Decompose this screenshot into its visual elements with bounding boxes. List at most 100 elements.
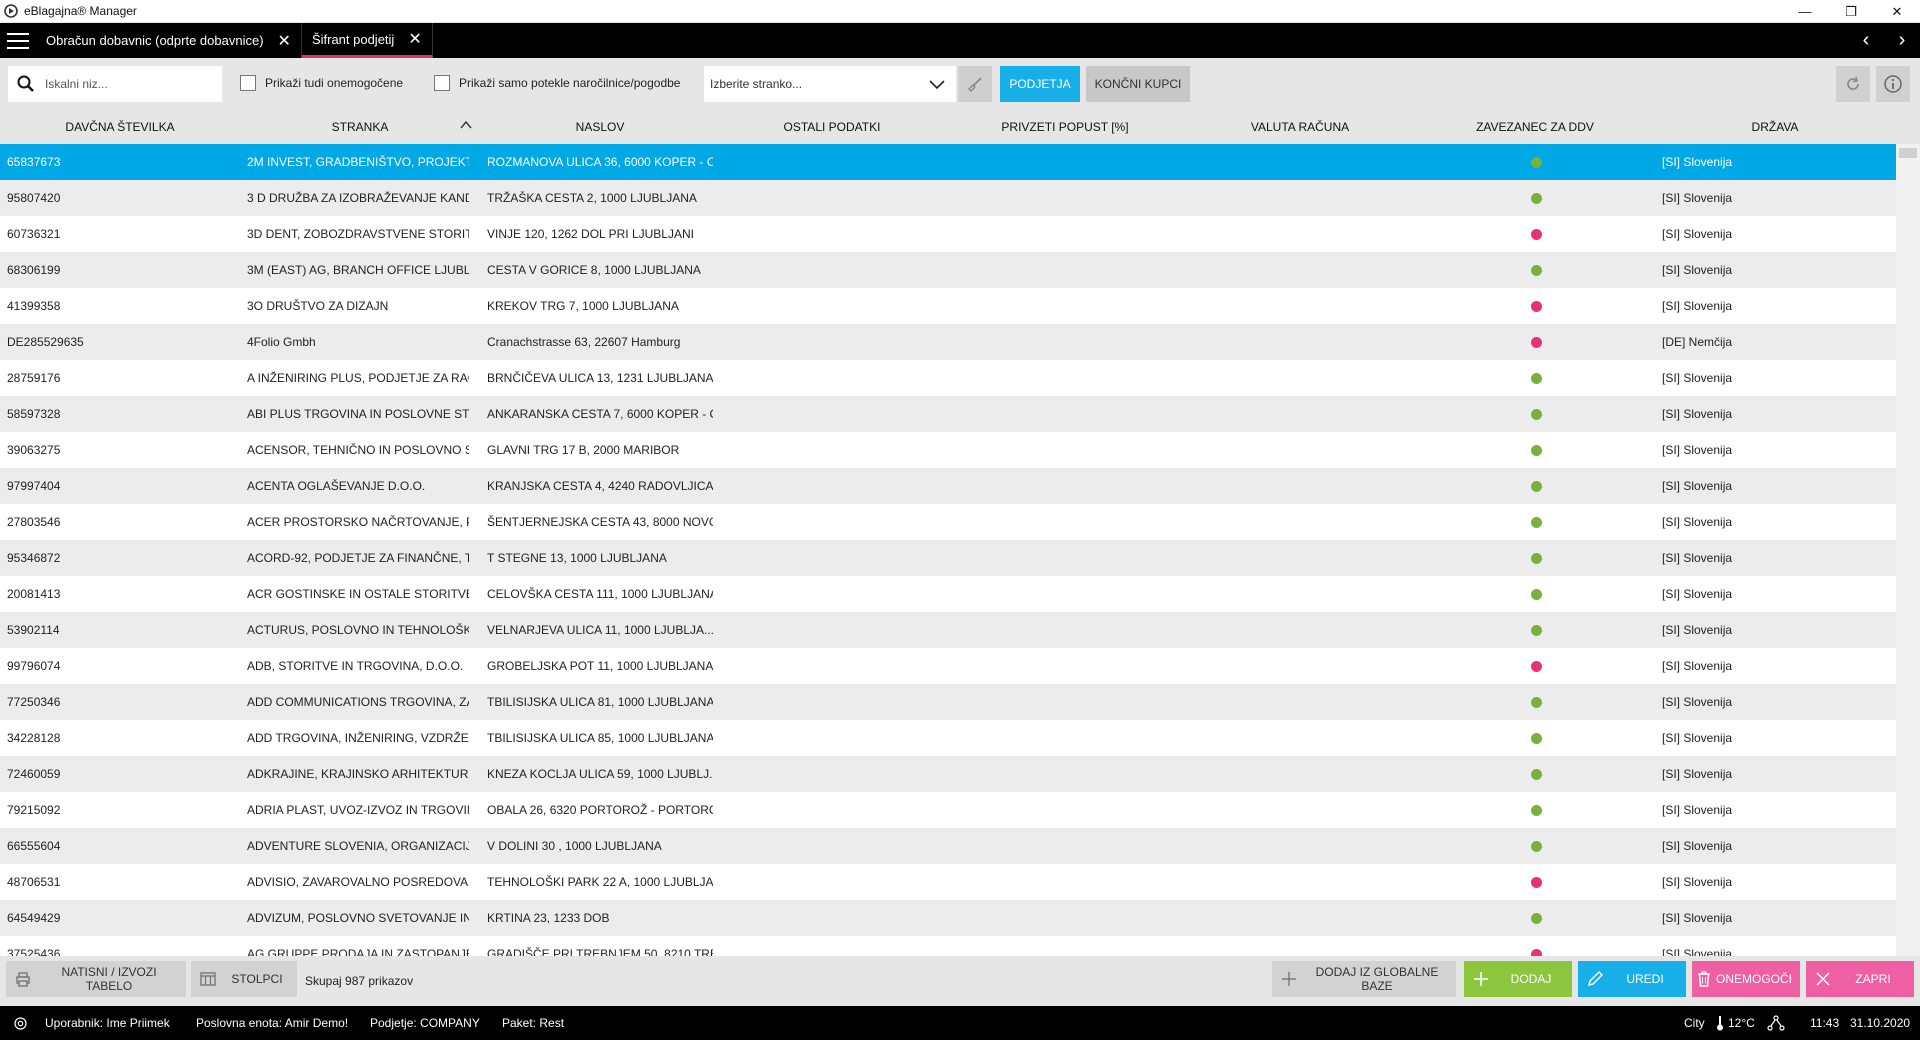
table-row[interactable]: 99796074 ADB, STORITVE IN TRGOVINA, D.O.O…: [0, 648, 1896, 684]
table-row[interactable]: 41399358 3O DRUŠTVO ZA DIZAJN KREKOV TRG 7…: [0, 288, 1896, 324]
cell-tax-number: 27803546: [7, 515, 61, 529]
cell-client: 3D DENT, ZOBOZDRAVSTVENE STORITV...: [247, 227, 469, 241]
table-row[interactable]: 39063275 ACENSOR, TEHNIČNO IN POSLOVNO SV…: [0, 432, 1896, 468]
settings-icon[interactable]: [14, 1017, 27, 1030]
cell-address: Cranachstrasse 63, 22607 Hamburg: [487, 335, 681, 349]
col-header-popust[interactable]: PRIVZETI POPUST [%]: [945, 110, 1185, 144]
checkbox-box[interactable]: [434, 75, 450, 91]
window-close-button[interactable]: ✕: [1874, 0, 1920, 23]
disable-button[interactable]: ONEMOGOČI: [1692, 961, 1800, 997]
plus-icon: [1282, 972, 1296, 986]
plus-icon: [1474, 972, 1488, 986]
col-header-naslov[interactable]: NASLOV: [480, 110, 720, 144]
col-header-stranka[interactable]: STRANKA: [240, 110, 480, 144]
close-button[interactable]: ZAPRI: [1806, 961, 1914, 997]
cell-address: OBALA 26, 6320 PORTOROŽ - PORTORO...: [487, 803, 713, 817]
tab-sifrant-podjetij[interactable]: Šifrant podjetij ✕: [301, 23, 433, 58]
cell-tax-number: 58597328: [7, 407, 61, 421]
table-row[interactable]: 66555604 ADVENTURE SLOVENIA, ORGANIZACIJA…: [0, 828, 1896, 864]
vat-yes-dot-icon: [1530, 912, 1542, 924]
add-from-global-button[interactable]: DODAJ IZ GLOBALNE BAZE: [1272, 961, 1456, 997]
table-row[interactable]: 68306199 3M (EAST) AG, BRANCH OFFICE LJUB…: [0, 252, 1896, 288]
vat-yes-dot-icon: [1530, 768, 1542, 780]
customer-select[interactable]: Izberite stranko...: [704, 66, 956, 102]
cell-country: [SI] Slovenija: [1662, 299, 1733, 313]
cell-tax-number: 65837673: [7, 155, 61, 169]
cell-address: TEHNOLOŠKI PARK 22 A, 1000 LJUBLJA...: [487, 875, 713, 889]
maximize-button[interactable]: ❐: [1828, 0, 1874, 23]
table-row[interactable]: 37525436 AG GRUPPE PRODAJA IN ZASTOPANJE …: [0, 936, 1896, 956]
show-expired-checkbox[interactable]: Prikaži samo potekle naročilnice/pogodbe: [434, 75, 680, 91]
table-row[interactable]: 28759176 A INŽENIRING PLUS, PODJETJE ZA R…: [0, 360, 1896, 396]
search-input[interactable]: [45, 77, 205, 91]
cell-country: [SI] Slovenija: [1662, 263, 1733, 277]
cell-tax-number: 20081413: [7, 587, 61, 601]
info-button[interactable]: [1876, 66, 1910, 102]
clear-filter-button[interactable]: [958, 66, 992, 102]
col-header-davcna[interactable]: DAVČNA ŠTEVILKA: [0, 110, 240, 144]
cell-address: T STEGNE 13, 1000 LJUBLJANA: [487, 551, 667, 565]
tab-close-icon[interactable]: ✕: [278, 31, 291, 51]
col-header-valuta[interactable]: VALUTA RAČUNA: [1180, 110, 1420, 144]
col-header-ostali[interactable]: OSTALI PODATKI: [712, 110, 952, 144]
cell-address: KREKOV TRG 7, 1000 LJUBLJANA: [487, 299, 679, 313]
vat-no-dot-icon: [1530, 948, 1542, 956]
companies-button[interactable]: PODJETJA: [1000, 66, 1080, 102]
table-row[interactable]: 95346872 ACORD-92, PODJETJE ZA FINANČNE, …: [0, 540, 1896, 576]
add-button[interactable]: DODAJ: [1464, 961, 1572, 997]
refresh-button[interactable]: [1836, 66, 1870, 102]
cell-country: [SI] Slovenija: [1662, 659, 1733, 673]
table-row[interactable]: 64549429 ADVIZUM, POSLOVNO SVETOVANJE IN …: [0, 900, 1896, 936]
cell-country: [SI] Slovenija: [1662, 803, 1733, 817]
cell-tax-number: 77250346: [7, 695, 61, 709]
table-row[interactable]: 58597328 ABI PLUS TRGOVINA IN POSLOVNE ST…: [0, 396, 1896, 432]
menu-icon[interactable]: [0, 23, 36, 58]
print-export-button[interactable]: NATISNI / IZVOZI TABELO: [6, 961, 186, 997]
table-row[interactable]: 79215092 ADRIA PLAST, UVOZ-IZVOZ IN TRGOV…: [0, 792, 1896, 828]
cell-vat-status: [1528, 432, 1544, 468]
cell-address: ROZMANOVA ULICA 36, 6000 KOPER - C...: [487, 155, 713, 169]
title-bar: eBlagajna® Manager — ❐ ✕: [0, 0, 1920, 23]
cell-country: [SI] Slovenija: [1662, 155, 1733, 169]
columns-button[interactable]: STOLPCI: [191, 961, 297, 997]
status-package: Paket: Rest: [502, 1016, 565, 1030]
chevron-left-icon[interactable]: ‹: [1848, 23, 1884, 58]
edit-button[interactable]: UREDI: [1578, 961, 1686, 997]
broom-icon: [968, 77, 982, 92]
app-logo-icon: [4, 4, 18, 18]
tab-close-icon[interactable]: ✕: [408, 29, 421, 49]
table-columns-icon: [200, 972, 216, 986]
table-row[interactable]: 77250346 ADD COMMUNICATIONS TRGOVINA, ZA.…: [0, 684, 1896, 720]
cell-vat-status: [1528, 324, 1544, 360]
table-row[interactable]: 48706531 ADVISIO, ZAVAROVALNO POSREDOVAN.…: [0, 864, 1896, 900]
col-header-drzava[interactable]: DRŽAVA: [1655, 110, 1895, 144]
end-customers-button[interactable]: KONČNI KUPCI: [1086, 66, 1190, 102]
chevron-right-icon[interactable]: ›: [1884, 23, 1920, 58]
table-row[interactable]: 53902114 ACTURUS, POSLOVNO IN TEHNOLOŠKO …: [0, 612, 1896, 648]
table-row[interactable]: 72460059 ADKRAJINE, KRAJINSKO ARHITEKTURN…: [0, 756, 1896, 792]
table-row[interactable]: DE285529635 4Folio Gmbh Cranachstrasse 63,…: [0, 324, 1896, 360]
vat-yes-dot-icon: [1530, 696, 1542, 708]
minimize-button[interactable]: —: [1782, 0, 1828, 23]
cell-client: 3 D DRUŽBA ZA IZOBRAŽEVANJE KANDI...: [247, 191, 469, 205]
checkbox-box[interactable]: [240, 75, 256, 91]
table-row[interactable]: 27803546 ACER PROSTORSKO NAČRTOVANJE, PR.…: [0, 504, 1896, 540]
table-row[interactable]: 97997404 ACENTA OGLAŠEVANJE D.O.O. KRANJSK…: [0, 468, 1896, 504]
table-row[interactable]: 65837673 2M INVEST, GRADBENIŠTVO, PROJEKT…: [0, 144, 1896, 180]
table-row[interactable]: 20081413 ACR GOSTINSKE IN OSTALE STORITVE…: [0, 576, 1896, 612]
cell-client: ACENSOR, TEHNIČNO IN POSLOVNO SV...: [247, 443, 469, 457]
cell-tax-number: 28759176: [7, 371, 61, 385]
cell-country: [SI] Slovenija: [1662, 875, 1733, 889]
table-row[interactable]: 95807420 3 D DRUŽBA ZA IZOBRAŽEVANJE KAND…: [0, 180, 1896, 216]
cell-vat-status: [1528, 936, 1544, 956]
table-row[interactable]: 60736321 3D DENT, ZOBOZDRAVSTVENE STORITV…: [0, 216, 1896, 252]
col-header-ddv[interactable]: ZAVEZANEC ZA DDV: [1415, 110, 1655, 144]
vertical-scrollbar[interactable]: [1896, 144, 1920, 956]
cell-address: CELOVŠKA CESTA 111, 1000 LJUBLJANA: [487, 587, 713, 601]
tab-obracun-dobavnic[interactable]: Obračun dobavnic (odprte dobavnice) ✕: [36, 23, 302, 58]
table-row[interactable]: 34228128 ADD TRGOVINA, INŽENIRING, VZDRŽE…: [0, 720, 1896, 756]
cell-client: ACENTA OGLAŠEVANJE D.O.O.: [247, 479, 426, 493]
scrollbar-thumb[interactable]: [1899, 148, 1917, 158]
show-disabled-checkbox[interactable]: Prikaži tudi onemogočene: [240, 75, 403, 91]
vat-yes-dot-icon: [1530, 156, 1542, 168]
